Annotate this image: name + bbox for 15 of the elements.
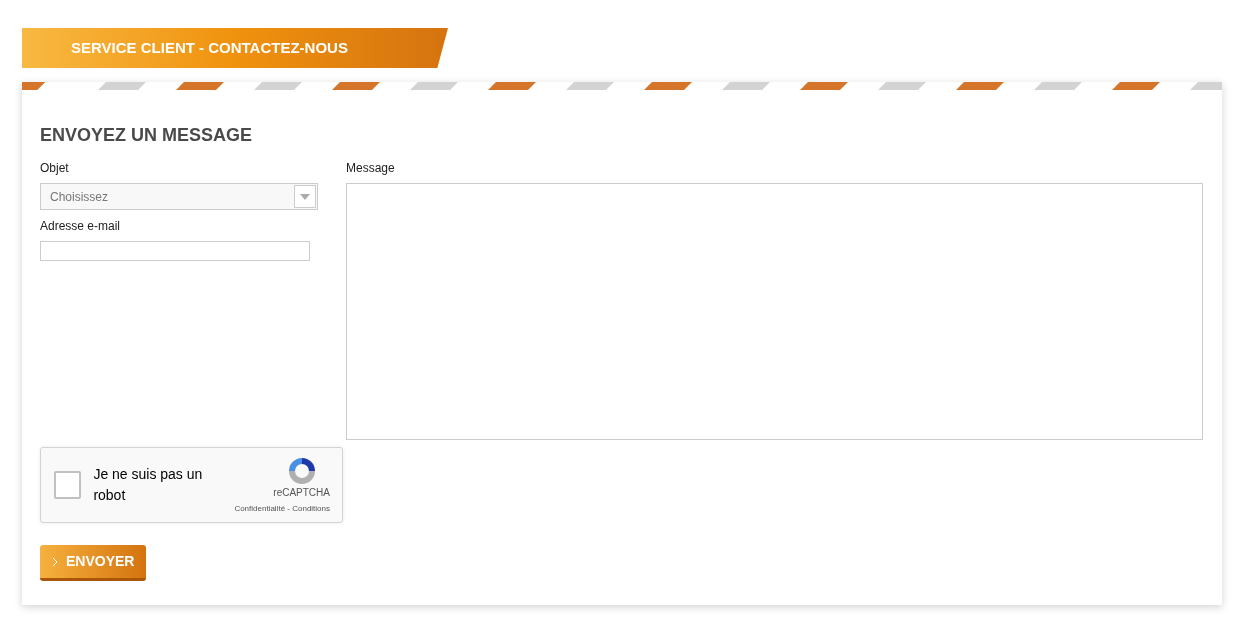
- email-field[interactable]: [40, 241, 310, 261]
- submit-button[interactable]: ENVOYER: [40, 545, 147, 581]
- chevron-right-icon: [52, 556, 58, 567]
- captcha-label: Je ne suis pas un robot: [93, 465, 204, 505]
- field-label: Objet: [40, 162, 70, 174]
- subject-select[interactable]: Choisissez: [40, 183, 318, 210]
- captcha-links[interactable]: Confidentialité - Conditions: [234, 503, 330, 516]
- form-heading: ENVOYEZ UN MESSAGE: [40, 126, 254, 144]
- banner-title: SERVICE CLIENT - CONTACTEZ-NOUS: [71, 37, 348, 58]
- field-label: Adresse e-mail: [40, 220, 122, 232]
- message-field[interactable]: [346, 183, 1203, 440]
- captcha-brand: reCAPTCHA: [273, 486, 330, 500]
- field-label: Message: [346, 162, 396, 174]
- captcha-checkbox[interactable]: [54, 471, 82, 499]
- dropdown-arrow-icon: [300, 193, 310, 200]
